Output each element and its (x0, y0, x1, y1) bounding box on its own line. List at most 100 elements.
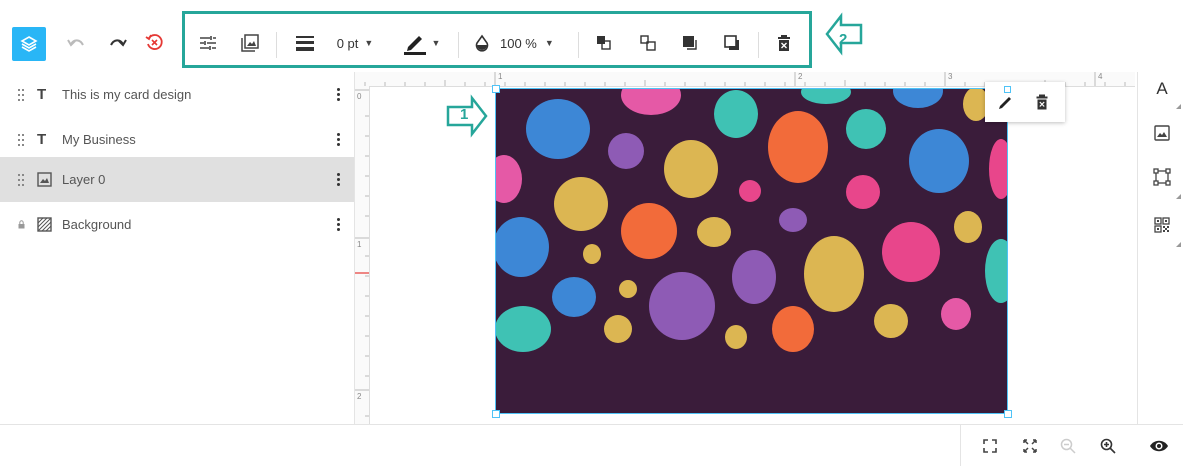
front-icon (683, 36, 697, 50)
layer-item-my-business[interactable]: T My Business (0, 117, 354, 162)
ruler-tick-label: 2 (798, 72, 803, 81)
fit-icon (983, 439, 997, 453)
zoom-in-icon (1100, 438, 1116, 454)
resize-handle-bl[interactable] (492, 410, 500, 418)
edit-element-button[interactable] (995, 92, 1017, 112)
callout-number-2: 2 (839, 31, 848, 48)
pen-icon (403, 36, 426, 55)
sliders-icon (200, 36, 216, 50)
more-options-icon[interactable] (336, 87, 340, 102)
insert-panel: A (1137, 72, 1183, 424)
text-a-icon: A (1156, 79, 1168, 98)
undo-icon (67, 39, 84, 47)
ruler-tick-label: 4 (1098, 72, 1103, 81)
fullscreen-button[interactable] (1020, 436, 1040, 456)
layers-panel: T This is my card design T My Business L… (0, 72, 355, 424)
arrange-backward-icon (640, 35, 656, 51)
bring-to-front-button[interactable] (680, 33, 700, 53)
resize-handle-br[interactable] (1004, 410, 1012, 418)
element-context-popup (985, 82, 1065, 122)
preview-button[interactable] (1148, 436, 1170, 456)
adjustments-button[interactable] (198, 33, 218, 53)
redo-button[interactable] (106, 33, 130, 53)
fit-page-button[interactable] (980, 436, 1000, 456)
layer-label: My Business (62, 132, 136, 147)
trash-icon (1036, 94, 1048, 110)
send-to-back-button[interactable] (722, 33, 742, 53)
ruler-tick-label: 3 (948, 72, 953, 81)
line-color-button[interactable]: ▼ (398, 30, 444, 56)
toolbar-divider (276, 32, 277, 58)
pen-icon (999, 97, 1011, 109)
layer-item-card-design[interactable]: T This is my card design (0, 72, 354, 117)
border-width-dropdown[interactable]: 0 pt ▼ (330, 33, 380, 53)
image-replace-button[interactable] (240, 33, 260, 53)
ruler-tick-label: 1 (357, 240, 362, 249)
layers-button[interactable] (12, 27, 46, 61)
ruler-tick-label: 0 (357, 92, 362, 101)
layer-label: Background (62, 217, 132, 232)
more-options-icon[interactable] (336, 172, 340, 187)
redo-icon (110, 39, 127, 47)
text-icon: T (37, 86, 47, 103)
delete-element-button[interactable] (1031, 92, 1053, 112)
layer-item-layer-0[interactable]: Layer 0 (0, 157, 354, 202)
expand-corner-icon (1176, 194, 1181, 199)
opacity-value: 100 % (500, 35, 537, 51)
border-style-button[interactable] (293, 33, 317, 53)
rotate-handle[interactable] (1004, 86, 1011, 93)
delete-button[interactable] (774, 33, 794, 53)
drag-handle-icon[interactable] (18, 173, 26, 186)
image-icon (37, 172, 52, 187)
ruler-tick-label: 2 (357, 392, 362, 401)
vertical-ruler: 0 1 2 (355, 86, 370, 424)
zoom-out-button[interactable] (1058, 436, 1078, 456)
qr-code-icon (1154, 217, 1170, 233)
expand-icon (1023, 439, 1037, 453)
add-qr-button[interactable] (1150, 214, 1174, 236)
more-options-icon[interactable] (336, 217, 340, 232)
bottom-bar (0, 424, 1183, 466)
bring-forward-button[interactable] (594, 33, 614, 53)
zoom-in-button[interactable] (1098, 436, 1118, 456)
drag-handle-icon[interactable] (18, 133, 26, 146)
arrange-forward-icon (597, 36, 611, 50)
add-shape-button[interactable] (1150, 166, 1174, 188)
ruler-tick-label: 1 (498, 72, 503, 81)
layer-item-background[interactable]: Background (0, 202, 354, 247)
layers-icon (20, 36, 38, 52)
add-image-button[interactable] (1150, 122, 1174, 144)
lock-icon (18, 220, 25, 229)
shape-frame-icon (1153, 168, 1171, 186)
back-icon (724, 35, 739, 50)
lines-icon (296, 36, 314, 51)
text-icon: T (37, 131, 47, 148)
chevron-down-icon: ▼ (364, 38, 374, 48)
layer-label: Layer 0 (62, 172, 106, 187)
top-toolbar: 0 pt ▼ ▼ 100 % ▼ 2 (0, 0, 1183, 72)
image-icon (241, 34, 259, 52)
opacity-dropdown[interactable]: 100 % ▼ (474, 33, 564, 53)
border-width-value: 0 pt (336, 35, 359, 51)
send-backward-button[interactable] (638, 33, 658, 53)
chevron-down-icon: ▼ (431, 38, 441, 48)
toolbar-divider (578, 32, 579, 58)
undo-button[interactable] (64, 33, 88, 53)
add-text-button[interactable]: A (1150, 78, 1174, 100)
resize-handle-tl[interactable] (492, 85, 500, 93)
chevron-down-icon: ▼ (544, 38, 554, 48)
toolbar-divider (458, 32, 459, 58)
drag-handle-icon[interactable] (18, 88, 26, 101)
reset-button[interactable] (143, 31, 165, 53)
more-options-icon[interactable] (336, 132, 340, 147)
eye-icon (1150, 440, 1168, 452)
polka-dot-artwork (496, 89, 1007, 413)
design-canvas[interactable] (495, 88, 1008, 414)
bottom-divider (960, 425, 961, 466)
zoom-out-icon (1060, 438, 1076, 454)
layer-label: This is my card design (62, 87, 192, 102)
trash-icon (778, 35, 790, 51)
toolbar-divider (758, 32, 759, 58)
background-icon (37, 217, 52, 232)
reset-history-icon (145, 34, 163, 50)
